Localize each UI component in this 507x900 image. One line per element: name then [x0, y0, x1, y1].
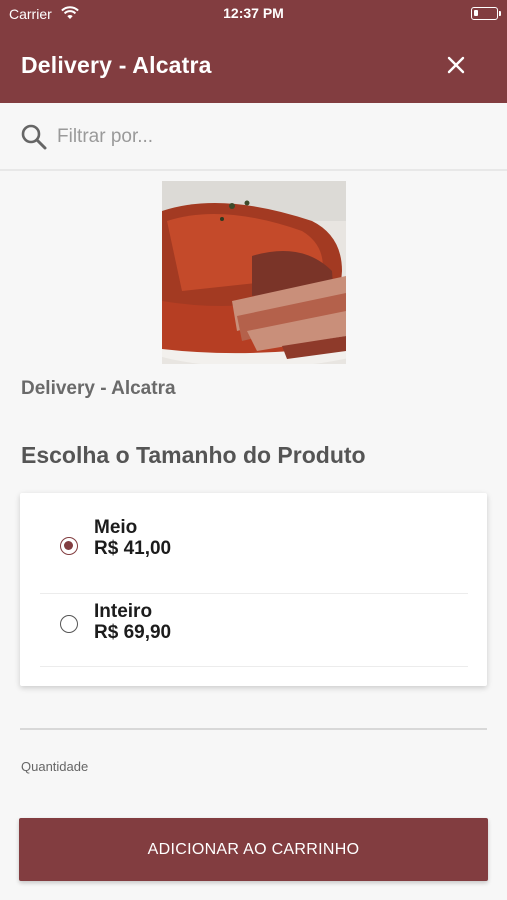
search-icon: [21, 124, 47, 150]
radio-unselected[interactable]: [60, 615, 78, 633]
search-bar: [0, 103, 507, 171]
divider: [20, 728, 487, 730]
radio-selected[interactable]: [60, 537, 78, 555]
option-price: R$ 69,90: [94, 622, 172, 643]
option-label: Inteiro: [94, 601, 153, 622]
search-input[interactable]: [57, 121, 477, 153]
option-label: Meio: [94, 517, 138, 538]
roast-beef-photo: [162, 181, 346, 364]
close-icon[interactable]: [443, 52, 469, 78]
app-header: Carrier 12:37 PM Delivery - Alcatra: [0, 0, 507, 103]
option-price: R$ 41,00: [94, 538, 172, 559]
add-to-cart-button[interactable]: ADICIONAR AO CARRINHO: [19, 818, 488, 881]
clock: 12:37 PM: [223, 5, 284, 21]
size-option-inteiro[interactable]: Inteiro R$ 69,90: [40, 595, 468, 667]
battery-icon: [471, 7, 501, 20]
quantity-label: Quantidade: [21, 759, 89, 774]
status-bar: Carrier 12:37 PM: [0, 0, 507, 28]
size-options-card: Meio R$ 41,00 Inteiro R$ 69,90: [20, 493, 487, 686]
page-title: Delivery - Alcatra: [21, 52, 212, 78]
size-section-title: Escolha o Tamanho do Produto: [21, 442, 366, 468]
product-name: Delivery - Alcatra: [21, 378, 176, 399]
product-image: [162, 181, 346, 364]
size-option-meio[interactable]: Meio R$ 41,00: [40, 511, 468, 594]
